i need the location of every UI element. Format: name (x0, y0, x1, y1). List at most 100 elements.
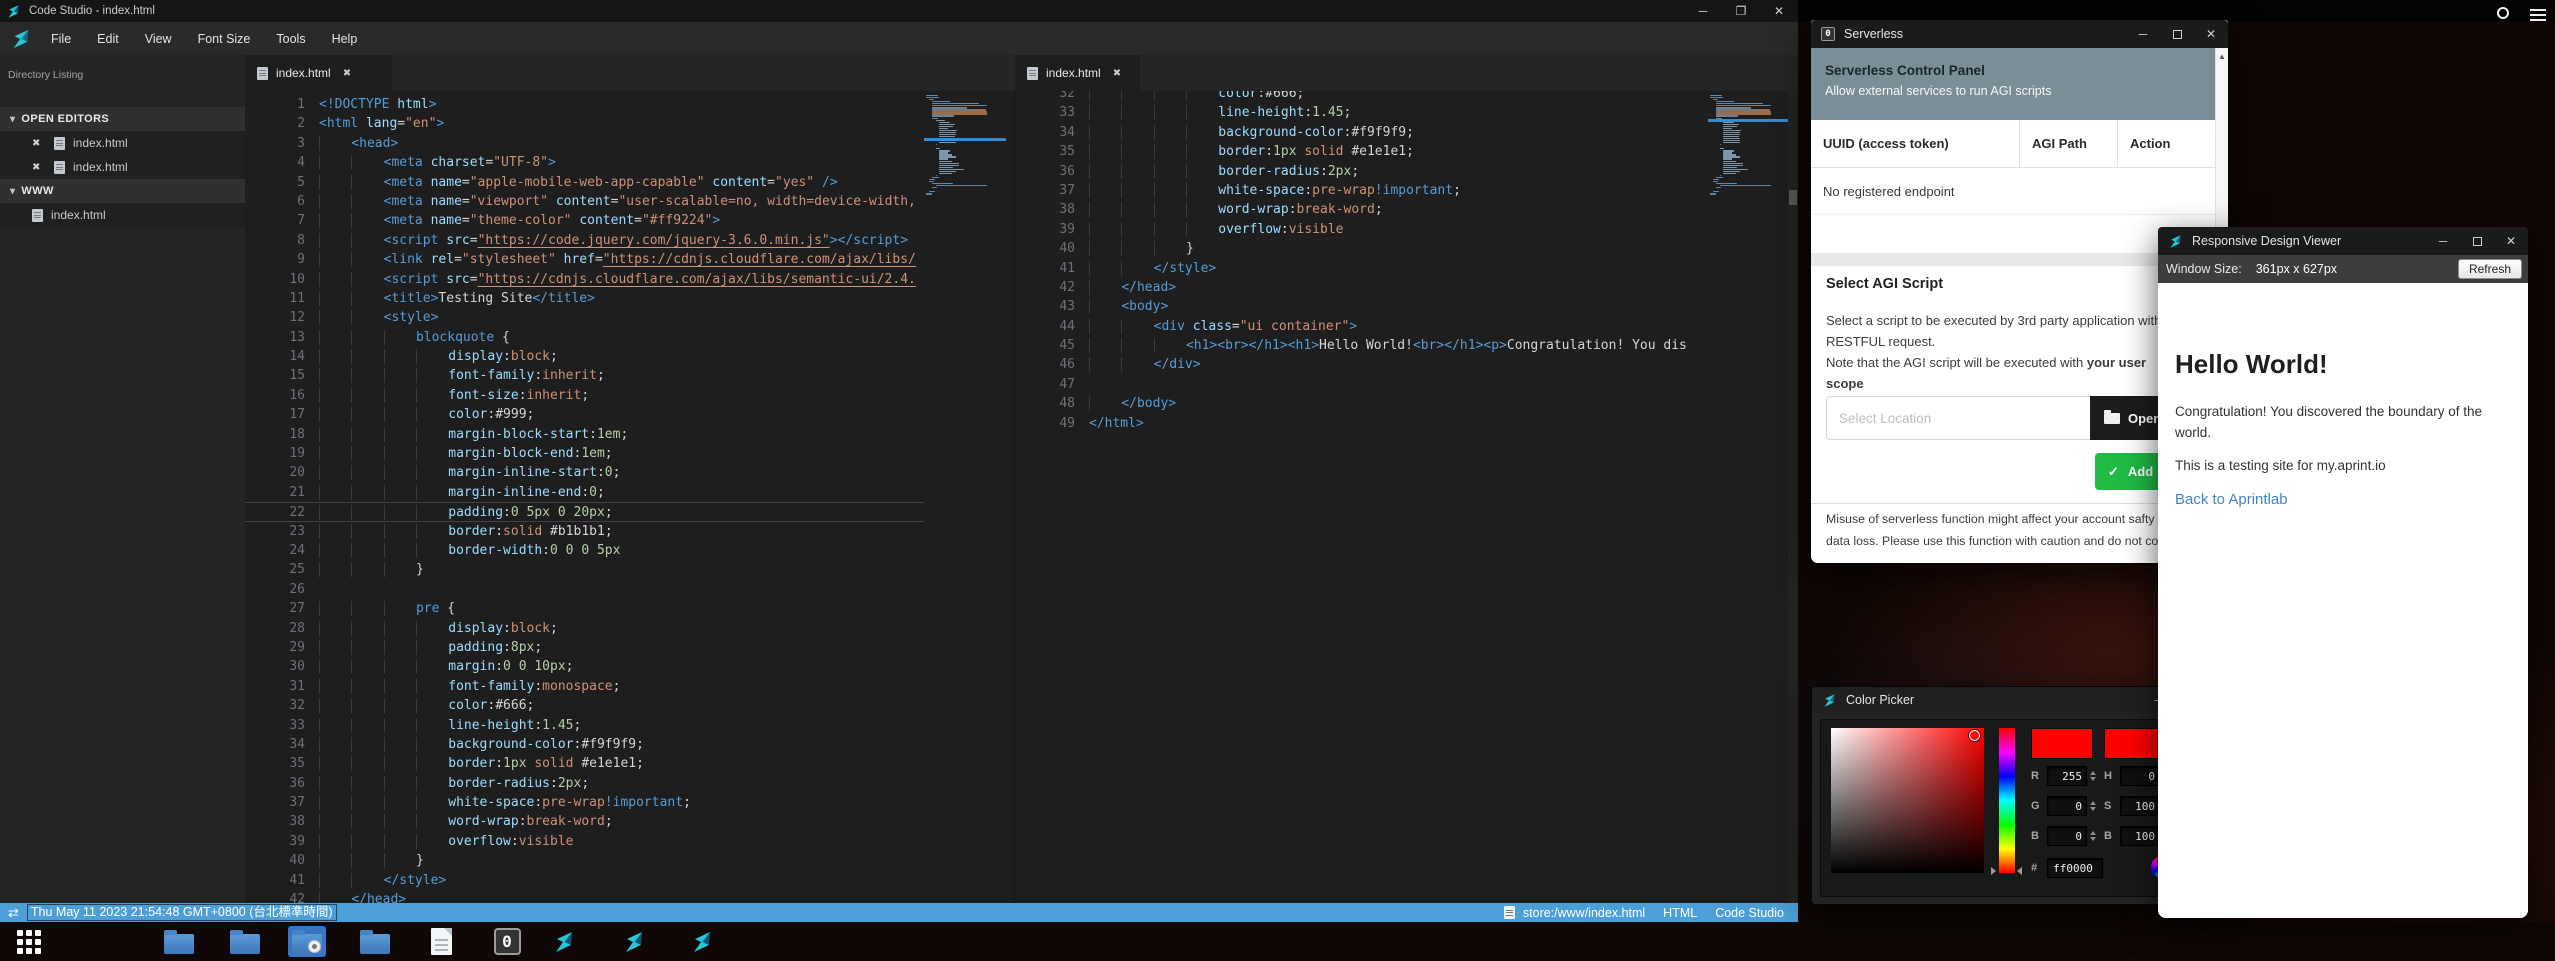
minimize-icon[interactable]: ─ (2426, 227, 2460, 255)
scrollbar-thumb[interactable] (1789, 190, 1797, 205)
add-button[interactable]: ✓Add (2095, 453, 2167, 490)
code-studio-logo-icon (622, 930, 646, 954)
code-studio-window: Code Studio - index.html ─ ❐ ✕ FileEditV… (0, 0, 1798, 922)
stepper-icon[interactable] (2090, 771, 2096, 781)
code-line: 12 <style> (245, 308, 924, 327)
hex-input[interactable]: ff0000 (2047, 858, 2103, 878)
rgb-input-r[interactable]: 255 (2047, 766, 2087, 786)
rgb-input-b[interactable]: 0 (2047, 826, 2087, 846)
code-text: <meta name="viewport" content="user-scal… (319, 192, 916, 211)
menu-item-file[interactable]: File (38, 22, 84, 55)
close-icon[interactable]: ✖ (32, 138, 46, 149)
close-icon[interactable]: ✖ (1113, 68, 1121, 79)
line-number: 17 (245, 405, 305, 424)
taskbar-item-code-studio[interactable] (545, 926, 583, 957)
code-text: background-color:#f9f9f9; (319, 735, 644, 754)
serverless-app-icon: 0 (1821, 27, 1835, 41)
code-line: 30 margin:0 0 10px; (245, 657, 924, 676)
picker-cursor[interactable] (1969, 730, 1980, 741)
open-button[interactable]: Open (2090, 396, 2168, 440)
menu-item-help[interactable]: Help (319, 22, 371, 55)
close-icon[interactable]: ✖ (343, 68, 351, 79)
sync-icon[interactable]: ⇄ (8, 905, 19, 921)
status-file-type[interactable]: HTML (1663, 906, 1697, 920)
taskbar-item-serverless[interactable]: 0 (488, 926, 526, 957)
close-icon[interactable]: ✖ (32, 162, 46, 173)
code-line: 35 border:1px solid #e1e1e1; (245, 754, 924, 773)
color-picker-title: Color Picker (1846, 693, 1914, 707)
taskbar-item-code-studio[interactable] (615, 926, 653, 957)
hue-slider[interactable] (1999, 728, 2015, 873)
taskbar-item-folder[interactable] (226, 926, 264, 957)
code-line: 42 </head> (1015, 278, 1708, 297)
sidebar-item-file[interactable]: ✖ index.html (0, 131, 245, 155)
rgb-input-g[interactable]: 0 (2047, 796, 2087, 816)
code-text: word-wrap:break-word; (1089, 200, 1383, 219)
restore-icon[interactable]: ❐ (1722, 0, 1760, 22)
tab-index-html-left[interactable]: index.html ✖ (245, 55, 392, 91)
code-line: 28 display:block; (245, 619, 924, 638)
taskbar-item-app-grid[interactable] (10, 926, 48, 957)
editor-pane-right[interactable]: 32 color:#666;33 line-height:1.45;34 bac… (1015, 91, 1798, 903)
close-icon[interactable]: ✕ (2494, 227, 2528, 255)
minimap[interactable] (926, 95, 1004, 195)
line-number: 33 (1015, 103, 1075, 122)
script-location-input[interactable] (1826, 396, 2090, 440)
maximize-icon[interactable] (2460, 227, 2494, 255)
scroll-up-icon[interactable]: ▲ (2216, 48, 2228, 61)
rgb-label-b: B (2031, 830, 2047, 842)
menu-item-view[interactable]: View (132, 22, 185, 55)
serverless-titlebar[interactable]: 0 Serverless ─ ✕ (1811, 20, 2228, 48)
hsb-input-h[interactable]: 0 (2120, 766, 2160, 786)
stepper-icon[interactable] (2090, 831, 2096, 841)
status-app-name: Code Studio (1715, 906, 1784, 920)
code-text: white-space:pre-wrap!important; (1089, 181, 1461, 200)
code-line: 37 white-space:pre-wrap!important; (1015, 181, 1708, 200)
editor-pane-left[interactable]: 1<!DOCTYPE html>2<html lang="en">3 <head… (245, 91, 1015, 903)
minimap[interactable] (1710, 95, 1788, 195)
minimize-icon[interactable]: ─ (1684, 0, 1722, 22)
hsb-input-s[interactable]: 100 (2120, 796, 2160, 816)
tab-strip: index.html ✖ index.html ✖ (245, 55, 1798, 91)
scrollbar[interactable] (1788, 91, 1798, 903)
sidebar-item-file[interactable]: ✖index.html (0, 155, 245, 179)
close-icon[interactable]: ✕ (1760, 0, 1798, 22)
code-text: margin-block-start:1em; (319, 425, 628, 444)
close-icon[interactable]: ✕ (2194, 20, 2228, 48)
saturation-square[interactable] (1831, 728, 1984, 873)
back-to-aprintlab-link[interactable]: Back to Aprintlab (2175, 491, 2288, 508)
code-text: <div class="ui container"> (1089, 317, 1357, 336)
taskbar-item-code-studio[interactable] (683, 926, 721, 957)
menu-item-edit[interactable]: Edit (84, 22, 132, 55)
line-number: 20 (245, 463, 305, 482)
taskbar-item-document[interactable] (422, 926, 460, 957)
line-number: 26 (245, 580, 305, 599)
taskbar-item-folder[interactable] (160, 926, 198, 957)
code-text: color:#999; (319, 405, 534, 424)
serverless-icon: 0 (494, 928, 521, 955)
taskbar-item-folder[interactable] (356, 926, 394, 957)
loading-ring-icon[interactable] (2497, 7, 2509, 19)
minimize-icon[interactable]: ─ (2126, 20, 2160, 48)
stepper-icon[interactable] (2090, 801, 2096, 811)
refresh-button[interactable]: Refresh (2458, 259, 2522, 279)
code-text: display:block; (319, 619, 558, 638)
code-text: <!DOCTYPE html> (319, 95, 436, 114)
line-number: 23 (245, 522, 305, 541)
file-name: index.html (73, 136, 128, 150)
taskbar-item-folder-disc[interactable] (288, 926, 326, 957)
menu-item-tools[interactable]: Tools (263, 22, 318, 55)
code-line: 18 margin-block-start:1em; (245, 425, 924, 444)
sidebar-section-open-editors[interactable]: ▾OPEN EDITORS (0, 107, 245, 131)
hamburger-menu-icon[interactable] (2530, 9, 2546, 24)
menu-item-font-size[interactable]: Font Size (185, 22, 264, 55)
sidebar-item-file[interactable]: index.html (0, 203, 245, 227)
color-picker-titlebar[interactable]: Color Picker ─ (1812, 687, 2210, 713)
maximize-icon[interactable] (2160, 20, 2194, 48)
hsb-input-b[interactable]: 100 (2120, 826, 2160, 846)
sidebar-section-www[interactable]: ▾WWW (0, 179, 245, 203)
window-titlebar[interactable]: Code Studio - index.html ─ ❐ ✕ (0, 0, 1798, 22)
responsive-viewer-titlebar[interactable]: Responsive Design Viewer ─ ✕ (2158, 227, 2528, 255)
status-file-path[interactable]: store:/www/index.html (1523, 906, 1645, 920)
tab-index-html-right[interactable]: index.html ✖ (1015, 55, 1140, 91)
